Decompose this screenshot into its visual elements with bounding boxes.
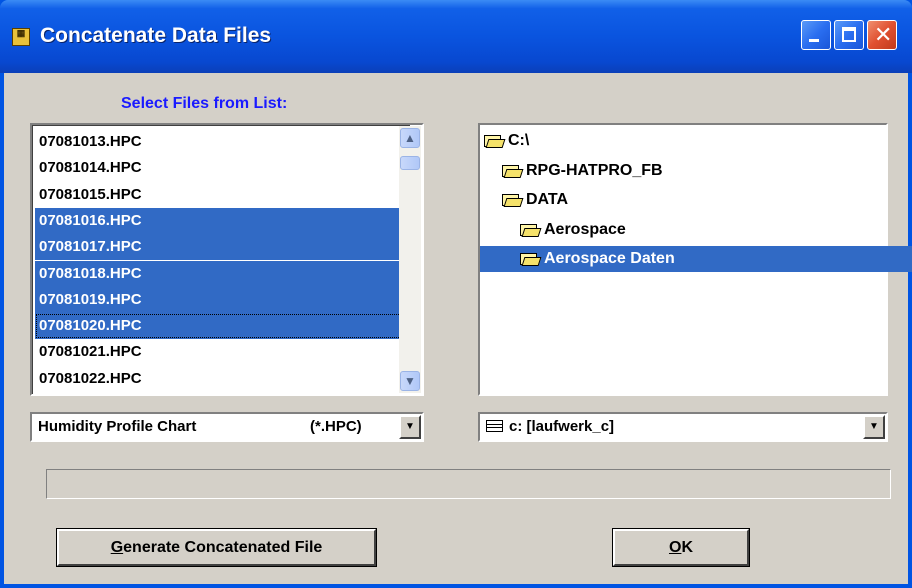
open-folder-icon [484,134,506,148]
drive-value: c: [laufwerk_c] [486,414,614,440]
title-bar[interactable]: ▦ Concatenate Data Files ✕ [0,0,912,73]
file-list-item[interactable]: 07081019.HPC [35,286,410,313]
minimize-button[interactable] [801,20,831,50]
file-list-item[interactable]: 07081022.HPC [35,366,410,392]
folder-tree-item[interactable]: C:\ [484,128,529,154]
ok-label: K [681,539,693,556]
progress-bar [46,469,891,499]
file-list-item[interactable]: 07081020.HPC [35,313,410,340]
folder-label: C:\ [508,132,530,149]
app-icon[interactable]: ▦ [12,28,30,46]
drive-label: c: [laufwerk_c] [509,418,615,435]
file-list[interactable]: 07081013.HPC 07081014.HPC 07081015.HPC 0708… [30,123,424,396]
folder-tree-item[interactable]: Aerospace [520,217,626,243]
file-list-item[interactable]: 07081014.HPC [35,155,410,181]
drive-combo[interactable]: c: [laufwerk_c] ▼ [478,412,888,442]
generate-concatenated-file-button[interactable]: Generate Concatenated File [56,528,377,567]
file-list-item[interactable]: 07081021.HPC [35,339,410,365]
open-folder-icon [502,164,524,178]
drive-dropdown-button[interactable]: ▼ [863,415,885,439]
folder-tree[interactable]: C:\ RPG-HATPRO_FB DATA Aerospace Aerospace D… [478,123,912,396]
maximize-button[interactable] [834,20,864,50]
folder-label: Aerospace [544,220,626,238]
file-type-dropdown-button[interactable]: ▼ [399,415,421,439]
file-list-scrollbar[interactable]: ▲ ▼ [399,126,421,393]
open-folder-icon [520,252,542,266]
folder-label: DATA [526,191,569,208]
scroll-thumb[interactable] [400,156,420,170]
file-type-combo[interactable]: Humidity Profile Chart (*.HPC) ▼ [30,412,424,442]
dialog-window: ▦ Concatenate Data Files ✕ Select Files … [0,0,912,588]
open-folder-icon [502,193,524,207]
ok-button[interactable]: OK [612,528,750,567]
folder-label: Aerospace Daten [544,250,675,267]
folder-tree-item[interactable]: Aerospace Daten [480,246,912,272]
file-list-item[interactable]: 07081015.HPC [35,182,410,208]
dialog-body: Select Files from List: 07081013.HPC 0708… [4,73,912,584]
file-list-item[interactable]: 07081016.HPC [35,207,410,234]
file-list-viewport: 07081013.HPC 07081014.HPC 07081015.HPC 0708… [32,125,410,394]
window-title: Concatenate Data Files [40,24,272,47]
scroll-up-button[interactable]: ▲ [400,128,420,148]
generate-label: enerate Concatenated File [123,539,323,556]
select-files-label: Select Files from List: [121,95,288,112]
generate-accelerator: G [110,539,124,556]
file-list-item[interactable]: 07081013.HPC [35,129,410,155]
file-list-item[interactable]: 07081017.HPC [35,234,410,261]
scroll-down-button[interactable]: ▼ [400,371,420,391]
close-button[interactable]: ✕ [867,20,897,50]
file-type-ext: (*.HPC) [310,418,362,435]
folder-tree-item[interactable]: DATA [502,187,568,213]
ok-accelerator: O [668,539,682,556]
folder-tree-item[interactable]: RPG-HATPRO_FB [502,158,663,184]
file-type-name: Humidity Profile Chart [38,418,197,435]
drive-icon [486,420,503,432]
close-icon: ✕ [874,23,893,48]
folder-label: RPG-HATPRO_FB [526,161,663,179]
file-list-item[interactable]: 07081018.HPC [35,260,410,287]
open-folder-icon [520,223,542,237]
